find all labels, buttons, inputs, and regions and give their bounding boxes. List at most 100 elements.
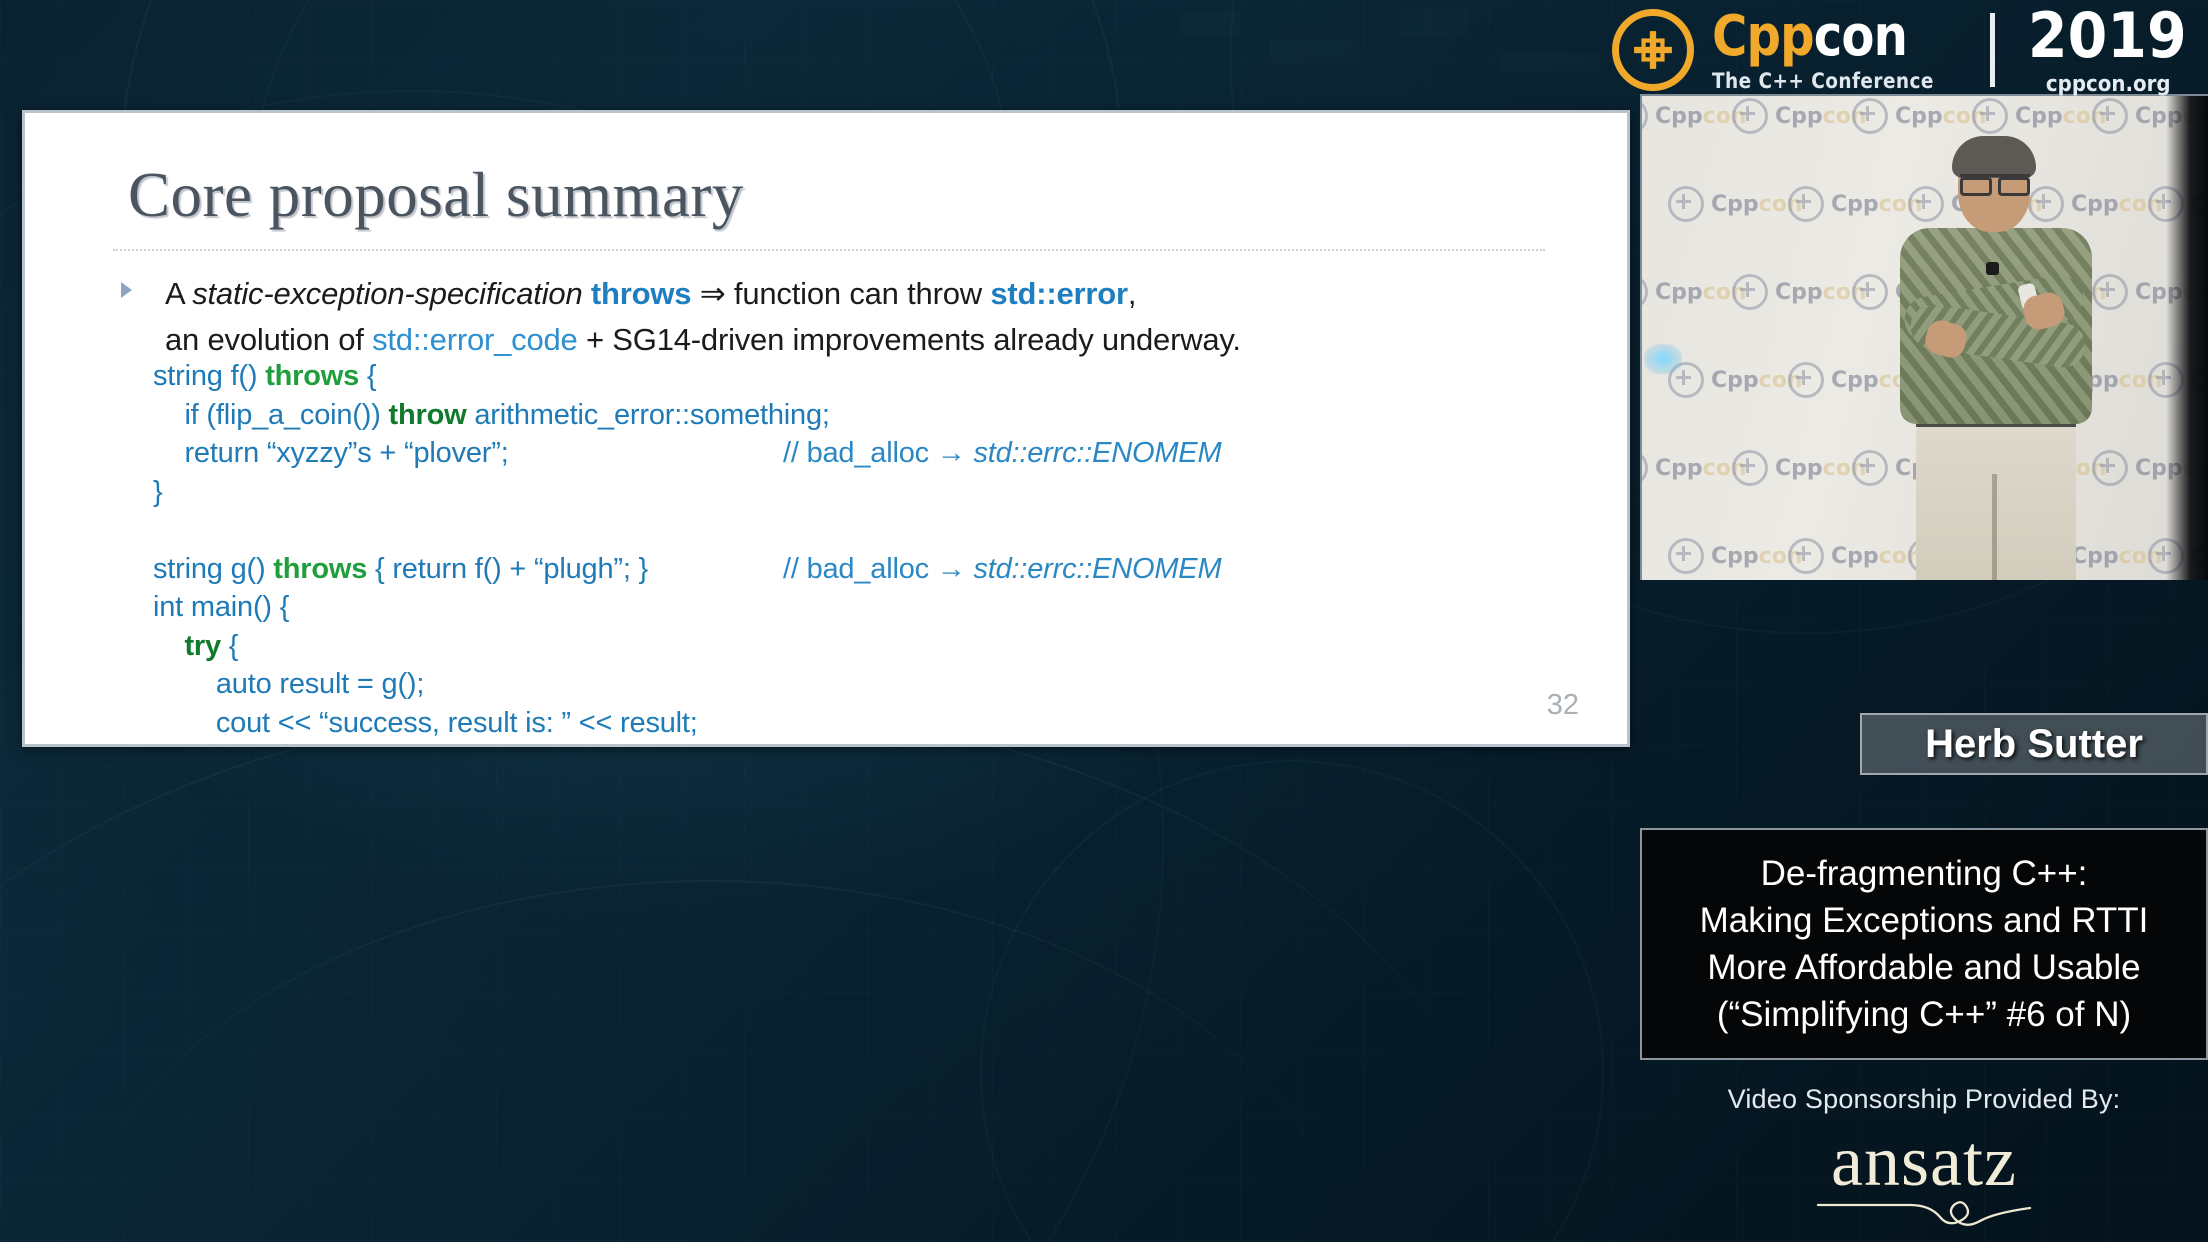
code-comment-text: // catch by value xyxy=(783,745,989,747)
code-text: arithmetic_error::something; xyxy=(466,398,830,431)
slide-frame: Core proposal summary A static-exception… xyxy=(22,110,1630,747)
panel-vignette xyxy=(2166,96,2208,580)
sponsor-flourish-icon xyxy=(1814,1191,2034,1238)
code-text: } xyxy=(184,745,201,747)
code-keyword: throws xyxy=(265,360,360,392)
code-line: if (flip_a_coin()) throw arithmetic_erro… xyxy=(153,396,1543,435)
cppcon-year: 2019 xyxy=(2028,0,2188,72)
backdrop-watermark: Cppcon xyxy=(1852,98,1986,134)
backdrop-watermark: Cppcon xyxy=(1668,538,1802,574)
code-text: return “xyzzy”s + “plover”; xyxy=(184,437,509,469)
talk-title-line-3: More Affordable and Usable xyxy=(1707,948,2141,987)
code-line: string g() throws { return f() + “plugh”… xyxy=(153,550,1543,589)
code-comment-emphasis: std::errc::ENOMEM xyxy=(973,552,1222,585)
backdrop-watermark: Cppcon xyxy=(1642,450,1746,486)
cppcon-plus-ring-icon xyxy=(1642,274,1648,310)
code-comment: // bad_alloc → std::errc::ENOMEM xyxy=(783,434,1222,473)
sponsor-label: Video Sponsorship Provided By: xyxy=(1727,1084,2121,1114)
cppcon-tagline: The C++ Conference xyxy=(1712,68,1935,93)
cppcon-word-cpp: Cpp xyxy=(1712,3,1815,69)
bullet-l1-t2: ⇒ function can throw xyxy=(691,276,991,311)
speaker-lapel-mic xyxy=(1986,262,1999,275)
background-blocks xyxy=(1180,0,1610,120)
bullet-l1-t1: A xyxy=(165,276,193,311)
speaker-figure xyxy=(1874,136,2114,580)
cppcon-plus-ring-icon xyxy=(1732,450,1768,486)
speaker-hair xyxy=(1952,136,2036,178)
code-text: string g() xyxy=(153,552,274,585)
cppcon-plus-ring-icon xyxy=(1788,362,1824,398)
cppcon-word-con: con xyxy=(1814,3,1908,69)
code-text: err) { xyxy=(353,745,423,747)
background-swoosh xyxy=(60,880,1360,1242)
cppcon-plus-ring-icon xyxy=(1788,186,1824,222)
backdrop-watermark: Cppcon xyxy=(1732,98,1866,134)
slide-bullet: A static-exception-specification throws … xyxy=(121,271,1521,363)
code-line: cout << “success, result is: ” << result… xyxy=(153,704,1543,743)
talk-title-box: De-fragmenting C++: Making Exceptions an… xyxy=(1640,828,2208,1060)
code-line: return “xyzzy”s + “plover”; // bad_alloc … xyxy=(153,434,1543,473)
cppcon-plus-ring-icon xyxy=(1852,98,1888,134)
code-keyword: try xyxy=(184,629,221,662)
code-text: } xyxy=(153,475,163,508)
code-text: { xyxy=(220,629,239,662)
bullet-l2-t2: + SG14-driven improvements already under… xyxy=(577,322,1241,357)
code-line: try { xyxy=(153,627,1543,666)
code-keyword: throw xyxy=(388,398,467,431)
background-swoosh xyxy=(0,700,1500,1222)
cppcon-plus-ring-icon xyxy=(2092,98,2128,134)
cppcon-plus-ring-icon xyxy=(1642,450,1648,486)
code-comment-emphasis: std::errc::ENOMEM xyxy=(973,437,1222,469)
talk-title-line-2: Making Exceptions and RTTI xyxy=(1699,901,2149,940)
bullet-l2-t1: an evolution of xyxy=(165,322,373,357)
sponsor-logo-text: ansatz xyxy=(1831,1121,2017,1201)
speaker-pants xyxy=(1916,418,2076,580)
cppcon-year-block: 2019 cppcon.org xyxy=(2021,0,2194,97)
code-text: ( xyxy=(277,745,286,747)
code-text: int main() { xyxy=(153,591,290,623)
bullet-l1-kw-throws: throws xyxy=(590,276,692,311)
code-text: string f() xyxy=(153,360,266,392)
bullet-l1-kw-stderror: std::error xyxy=(990,276,1128,311)
slide-page-number: 32 xyxy=(1546,689,1579,721)
talk-title-line-1: De-fragmenting C++: xyxy=(1760,854,2088,893)
speaker-glasses xyxy=(1960,174,2030,196)
code-keyword: error xyxy=(286,745,353,747)
presentation-stage: Cppcon The C++ Conference 2019 cppcon.or… xyxy=(0,0,2208,1242)
code-text: { return f() + “plugh”; } xyxy=(367,552,649,585)
code-text: cout << “success, result is: ” << result… xyxy=(215,706,698,739)
cppcon-wordmark: Cppcon The C++ Conference xyxy=(1712,8,1964,93)
code-line: } xyxy=(153,473,1543,512)
cppcon-plus-ring-icon xyxy=(1642,98,1648,134)
bullet-text: A static-exception-specification throws … xyxy=(165,271,1521,363)
backdrop-watermark: Cppcon xyxy=(1668,362,1802,398)
backdrop-watermark: Cppcon xyxy=(1642,274,1746,310)
code-text: auto result = g(); xyxy=(215,668,425,700)
backdrop-watermark: Cppcon xyxy=(1972,98,2106,134)
code-comment: // catch by value xyxy=(783,742,989,747)
cppcon-plus-ring-icon xyxy=(1972,98,2008,134)
code-line: int main() { xyxy=(153,588,1543,627)
code-line: } catch(error err) { // catch by value xyxy=(153,742,1543,747)
bullet-l1-em: static-exception-specification xyxy=(192,276,583,311)
slide-surface: Core proposal summary A static-exception… xyxy=(33,121,1619,739)
backdrop-watermark: Cppcon xyxy=(1642,98,1746,134)
background-arc xyxy=(980,760,1604,1242)
code-keyword: throws xyxy=(273,552,368,585)
cppcon-plus-ring-icon xyxy=(1788,538,1824,574)
header-divider xyxy=(1990,13,1996,87)
code-block: string f() throws { if (flip_a_coin()) t… xyxy=(153,357,1543,747)
speaker-video-panel: CppconCppconCppconCppconCppconCppconCppc… xyxy=(1640,94,2208,580)
talk-title-line-4: (“Simplifying C++” #6 of N) xyxy=(1716,995,2132,1034)
code-keyword: catch xyxy=(202,745,277,747)
code-text: { xyxy=(359,360,377,392)
cppcon-url: cppcon.org xyxy=(2045,71,2171,97)
title-divider xyxy=(113,249,1545,251)
cppcon-word: Cppcon xyxy=(1712,8,1929,65)
bullet-l1-t3: , xyxy=(1127,276,1137,311)
